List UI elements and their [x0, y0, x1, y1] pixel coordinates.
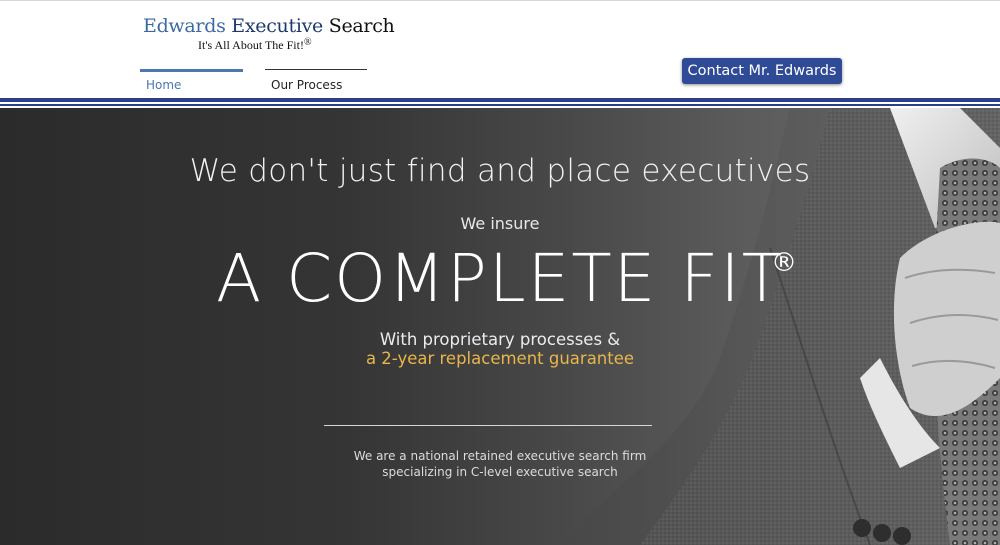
header-divider-thin: [0, 104, 1000, 106]
nav-item-label: Our Process: [271, 78, 343, 92]
hero-big-title: A COMPLETE FIT: [215, 240, 785, 317]
hero-headline: We don't just find and place executives: [189, 153, 811, 189]
logo-tagline: It's All About The Fit!®: [198, 37, 312, 53]
hero-subheading: We insure: [460, 214, 540, 233]
logo-word-edwards: Edwards: [143, 15, 226, 37]
nav-item-home[interactable]: Home: [140, 69, 243, 97]
nav-item-label: Home: [146, 78, 182, 92]
hero-description-line: specializing in C-level executive search: [382, 465, 618, 479]
hero-processes-line: With proprietary processes &: [379, 330, 621, 349]
hero-description: We are a national retained executive sea…: [0, 448, 1000, 480]
hero-banner: We don't just find and place executives …: [0, 108, 1000, 545]
nav-item-our-process[interactable]: Our Process: [265, 69, 367, 97]
logo-word-search: Search: [328, 15, 395, 37]
hero-description-line: We are a national retained executive sea…: [353, 449, 647, 463]
header-divider-thick: [0, 98, 1000, 102]
logo-tagline-text: It's All About The Fit!: [198, 38, 304, 52]
main-nav: Home Our Process: [140, 69, 367, 97]
logo-wordmark: Edwards Executive Search: [143, 14, 395, 38]
logo-word-executive: Executive: [231, 15, 323, 37]
hero-guarantee-line: a 2-year replacement guarantee: [365, 349, 635, 368]
registered-mark: ®: [303, 37, 312, 48]
jacket-button: [853, 519, 871, 537]
jacket-button: [873, 524, 891, 542]
jacket-button: [893, 527, 911, 545]
brand-logo[interactable]: Edwards Executive Search It's All About …: [143, 14, 395, 58]
site-header: Edwards Executive Search It's All About …: [0, 0, 1000, 108]
contact-mr-edwards-button[interactable]: Contact Mr. Edwards: [682, 58, 842, 84]
hero-divider: [324, 425, 652, 426]
registered-mark: ®: [771, 248, 797, 278]
